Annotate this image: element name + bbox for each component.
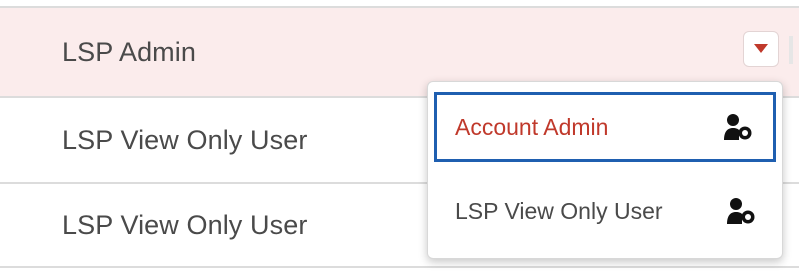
role-dropdown-menu: Account Admin LSP View Only User [427, 81, 783, 259]
row-divider [0, 266, 799, 268]
menu-item-label: Account Admin [455, 113, 609, 140]
role-dropdown-toggle[interactable] [743, 31, 779, 67]
caret-down-icon [754, 44, 768, 54]
menu-item-account-admin[interactable]: Account Admin [434, 92, 776, 162]
user-settings-icon [723, 113, 753, 141]
role-label: LSP View Only User [62, 124, 308, 155]
menu-item-label: LSP View Only User [455, 197, 663, 224]
role-list: LSP Admin LSP View Only User LSP View On… [0, 0, 799, 271]
user-settings-icon [726, 197, 756, 225]
menu-item-lsp-view-only-user[interactable]: LSP View Only User [434, 176, 776, 246]
role-label: LSP View Only User [62, 209, 308, 240]
role-label: LSP Admin [62, 36, 196, 67]
scrollbar-track[interactable] [789, 36, 793, 64]
